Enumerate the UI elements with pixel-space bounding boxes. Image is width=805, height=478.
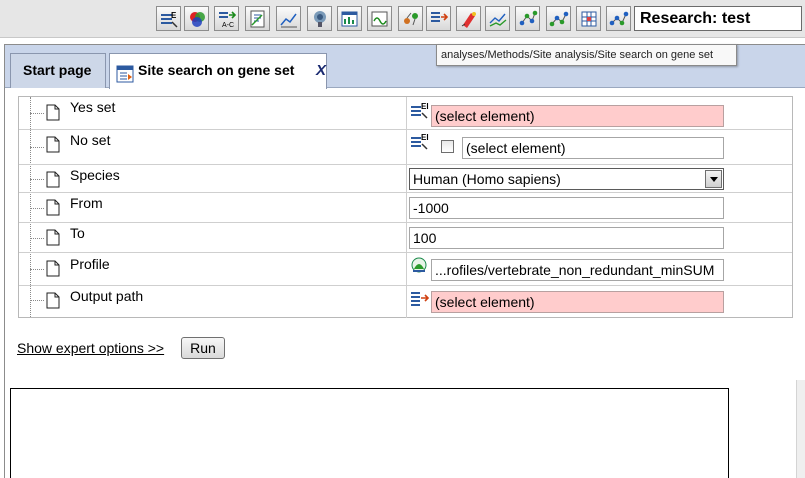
vertical-scrollbar[interactable]: [796, 380, 805, 478]
property-row-to: To 100: [19, 223, 792, 253]
property-label: Species: [70, 167, 120, 183]
compare-chart-icon[interactable]: [485, 6, 510, 31]
tree-branch: [30, 208, 44, 209]
gene-ontology-icon[interactable]: [307, 6, 332, 31]
document-icon: [46, 229, 60, 246]
convert-table-icon[interactable]: A-C: [214, 6, 239, 31]
sequence-analysis-icon[interactable]: [245, 6, 270, 31]
output-area: [10, 388, 729, 478]
column-separator: [406, 165, 407, 192]
site-search-icon[interactable]: [337, 6, 362, 31]
table-export-icon[interactable]: [410, 289, 430, 309]
property-label: Yes set: [70, 99, 116, 115]
tab-start-page[interactable]: Start page: [10, 53, 106, 88]
show-expert-options-link[interactable]: Show expert options >>: [17, 340, 164, 356]
tree-branch: [30, 147, 44, 148]
property-row-profile: Profile ...rofiles/vertebrate_non_redund…: [19, 253, 792, 286]
document-icon: [46, 260, 60, 277]
property-row-species: Species Human (Homo sapiens): [19, 165, 792, 193]
tree-branch: [30, 179, 44, 180]
pathway-icon[interactable]: [606, 6, 631, 31]
column-separator: [406, 97, 407, 129]
main-toolbar: E A-C Research: test: [0, 0, 805, 38]
document-icon: [46, 171, 60, 188]
species-value: Human (Homo sapiens): [413, 171, 561, 187]
tree-branch: [30, 269, 44, 270]
document-icon: [46, 104, 60, 121]
profile-icon[interactable]: [367, 6, 392, 31]
column-separator: [406, 223, 407, 252]
svg-text:E: E: [171, 11, 177, 20]
column-separator: [406, 253, 407, 285]
svg-text:A-C: A-C: [222, 22, 234, 29]
research-selector[interactable]: Research: test: [634, 6, 802, 31]
gene-set-icon[interactable]: E: [156, 6, 181, 31]
no-set-checkbox[interactable]: [441, 140, 454, 153]
network-alt-icon[interactable]: [546, 6, 571, 31]
chevron-down-icon[interactable]: [705, 170, 722, 188]
svg-text:EI: EI: [421, 102, 429, 111]
output-path-field[interactable]: (select element): [431, 291, 724, 313]
to-field[interactable]: 100: [409, 227, 724, 249]
from-field[interactable]: -1000: [409, 197, 724, 219]
venn-diagram-icon[interactable]: [184, 6, 209, 31]
property-row-from: From -1000: [19, 193, 792, 223]
property-label: To: [70, 225, 85, 241]
property-row-yes-set: Yes set EI (select element): [19, 97, 792, 130]
svg-text:EI: EI: [421, 133, 429, 142]
profile-field[interactable]: ...rofiles/vertebrate_non_redundant_minS…: [431, 259, 724, 281]
document-icon: [46, 136, 60, 153]
document-icon: [46, 292, 60, 309]
property-label: From: [70, 195, 103, 211]
cluster-analysis-icon[interactable]: [398, 6, 423, 31]
table-export-icon[interactable]: [426, 6, 451, 31]
run-button[interactable]: Run: [181, 337, 225, 359]
tree-branch: [30, 300, 44, 301]
expression-chart-icon[interactable]: [276, 6, 301, 31]
column-separator: [406, 193, 407, 222]
site-search-icon: [116, 62, 134, 95]
property-row-no-set: No set EI (select element): [19, 130, 792, 165]
gene-set-icon[interactable]: EI: [410, 101, 430, 121]
profile-icon[interactable]: [410, 256, 430, 276]
tab-site-search[interactable]: Site search on gene set X: [109, 53, 327, 89]
column-separator: [406, 130, 407, 164]
property-label: No set: [70, 132, 111, 148]
no-set-field[interactable]: (select element): [462, 137, 724, 159]
tab-close-button[interactable]: X: [316, 54, 326, 87]
property-row-output-path: Output path (select element): [19, 286, 792, 318]
yes-set-field[interactable]: (select element): [431, 105, 724, 127]
tree-branch: [30, 238, 44, 239]
property-label: Profile: [70, 256, 110, 272]
tab-label: Site search on gene set: [138, 62, 295, 78]
column-separator: [406, 286, 407, 318]
document-icon: [46, 199, 60, 216]
gene-set-icon[interactable]: EI: [410, 132, 430, 152]
network-icon[interactable]: [515, 6, 540, 31]
property-label: Output path: [70, 288, 144, 304]
marker-icon[interactable]: [456, 6, 481, 31]
grid-table-icon[interactable]: [576, 6, 601, 31]
species-dropdown[interactable]: Human (Homo sapiens): [409, 168, 724, 190]
property-grid: Yes set EI (select element) No set EI (s…: [18, 96, 793, 318]
tooltip: analyses/Methods/Site analysis/Site sear…: [436, 44, 737, 66]
tree-branch: [30, 113, 44, 114]
